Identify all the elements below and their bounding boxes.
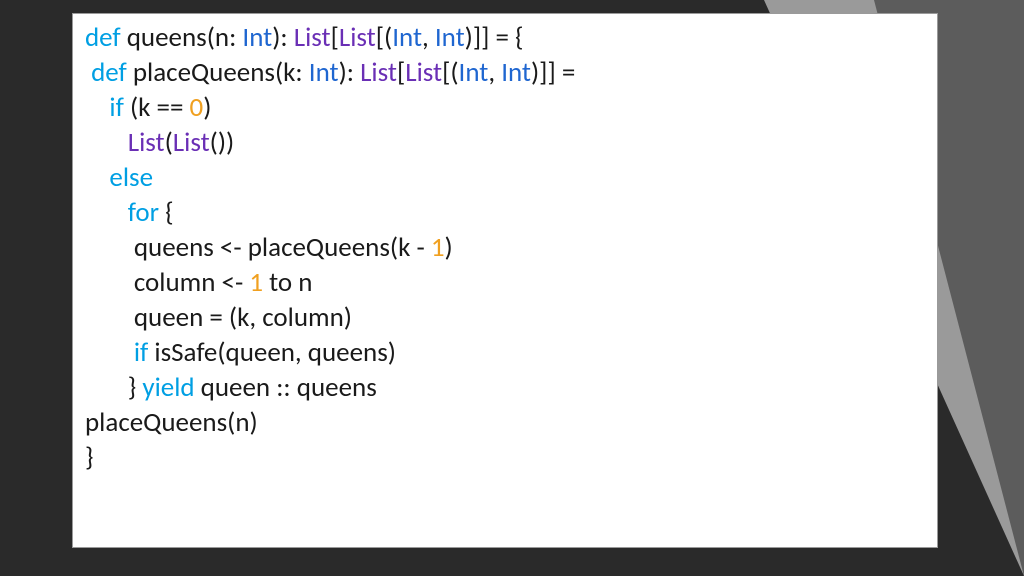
code-token: if	[109, 91, 123, 124]
code-token: else	[109, 161, 153, 194]
code-token: 1	[249, 266, 263, 299]
code-token: placeQueens(k:	[127, 56, 309, 89]
code-token: List	[294, 21, 331, 54]
code-token: ):	[272, 21, 294, 54]
code-token: to n	[263, 266, 312, 299]
code-token: queens <- placeQueens(k -	[134, 231, 431, 264]
code-line: for {	[85, 196, 174, 229]
code-token: queens(n:	[121, 21, 243, 54]
code-line: else	[85, 161, 153, 194]
code-token: for	[128, 196, 159, 229]
code-token: List	[360, 56, 397, 89]
code-line: def queens(n: Int): List[List[(Int, Int)…	[85, 21, 524, 54]
code-token: (	[165, 126, 173, 159]
code-token: [(	[376, 21, 392, 54]
code-token: )	[203, 91, 211, 124]
code-token: Int	[392, 21, 422, 54]
code-box: def queens(n: Int): List[List[(Int, Int)…	[72, 13, 938, 548]
code-line: }	[85, 441, 94, 474]
code-token: Int	[242, 21, 272, 54]
code-line: queen = (k, column)	[85, 301, 352, 334]
code-token: ,	[488, 56, 501, 89]
code-token: 0	[190, 91, 204, 124]
code-token: Int	[309, 56, 339, 89]
code-token: )]] = {	[465, 21, 524, 54]
code-token: List	[128, 126, 165, 159]
code-line: if (k == 0)	[85, 91, 211, 124]
code-token: [(	[442, 56, 458, 89]
code-token: [	[397, 56, 405, 89]
code-token: )]] =	[531, 56, 575, 89]
code-token: isSafe(queen, queens)	[148, 336, 396, 369]
code-token: {	[159, 196, 174, 229]
code-token: }	[128, 371, 143, 404]
code-token: placeQueens(n)	[85, 406, 258, 439]
code-line: placeQueens(n)	[85, 406, 258, 439]
code-line: if isSafe(queen, queens)	[85, 336, 396, 369]
code-token: )	[445, 231, 453, 264]
code-token: ,	[422, 21, 435, 54]
code-token: 1	[431, 231, 445, 264]
code-line: def placeQueens(k: Int): List[List[(Int,…	[85, 56, 575, 89]
code-token: def	[85, 21, 121, 54]
code-token: queen :: queens	[195, 371, 377, 404]
code-line: List(List())	[85, 126, 234, 159]
code-token: List	[405, 56, 442, 89]
code-line: column <- 1 to n	[85, 266, 312, 299]
code-token: ):	[339, 56, 361, 89]
code-token: [	[331, 21, 339, 54]
code-token: ())	[210, 126, 235, 159]
code-token: def	[91, 56, 127, 89]
code-token: queen = (k, column)	[134, 301, 352, 334]
code-token: Int	[459, 56, 489, 89]
code-snippet: def queens(n: Int): List[List[(Int, Int)…	[85, 20, 925, 475]
code-token: Int	[501, 56, 531, 89]
code-token: if	[134, 336, 148, 369]
code-token: List	[339, 21, 376, 54]
slide-background: def queens(n: Int): List[List[(Int, Int)…	[0, 0, 1024, 576]
code-token: }	[85, 441, 94, 474]
code-line: } yield queen :: queens	[85, 371, 377, 404]
code-token: (k ==	[124, 91, 190, 124]
code-token: List	[173, 126, 210, 159]
code-token: Int	[435, 21, 465, 54]
code-line: queens <- placeQueens(k - 1)	[85, 231, 453, 264]
code-token: column <-	[134, 266, 250, 299]
code-token: yield	[142, 371, 194, 404]
